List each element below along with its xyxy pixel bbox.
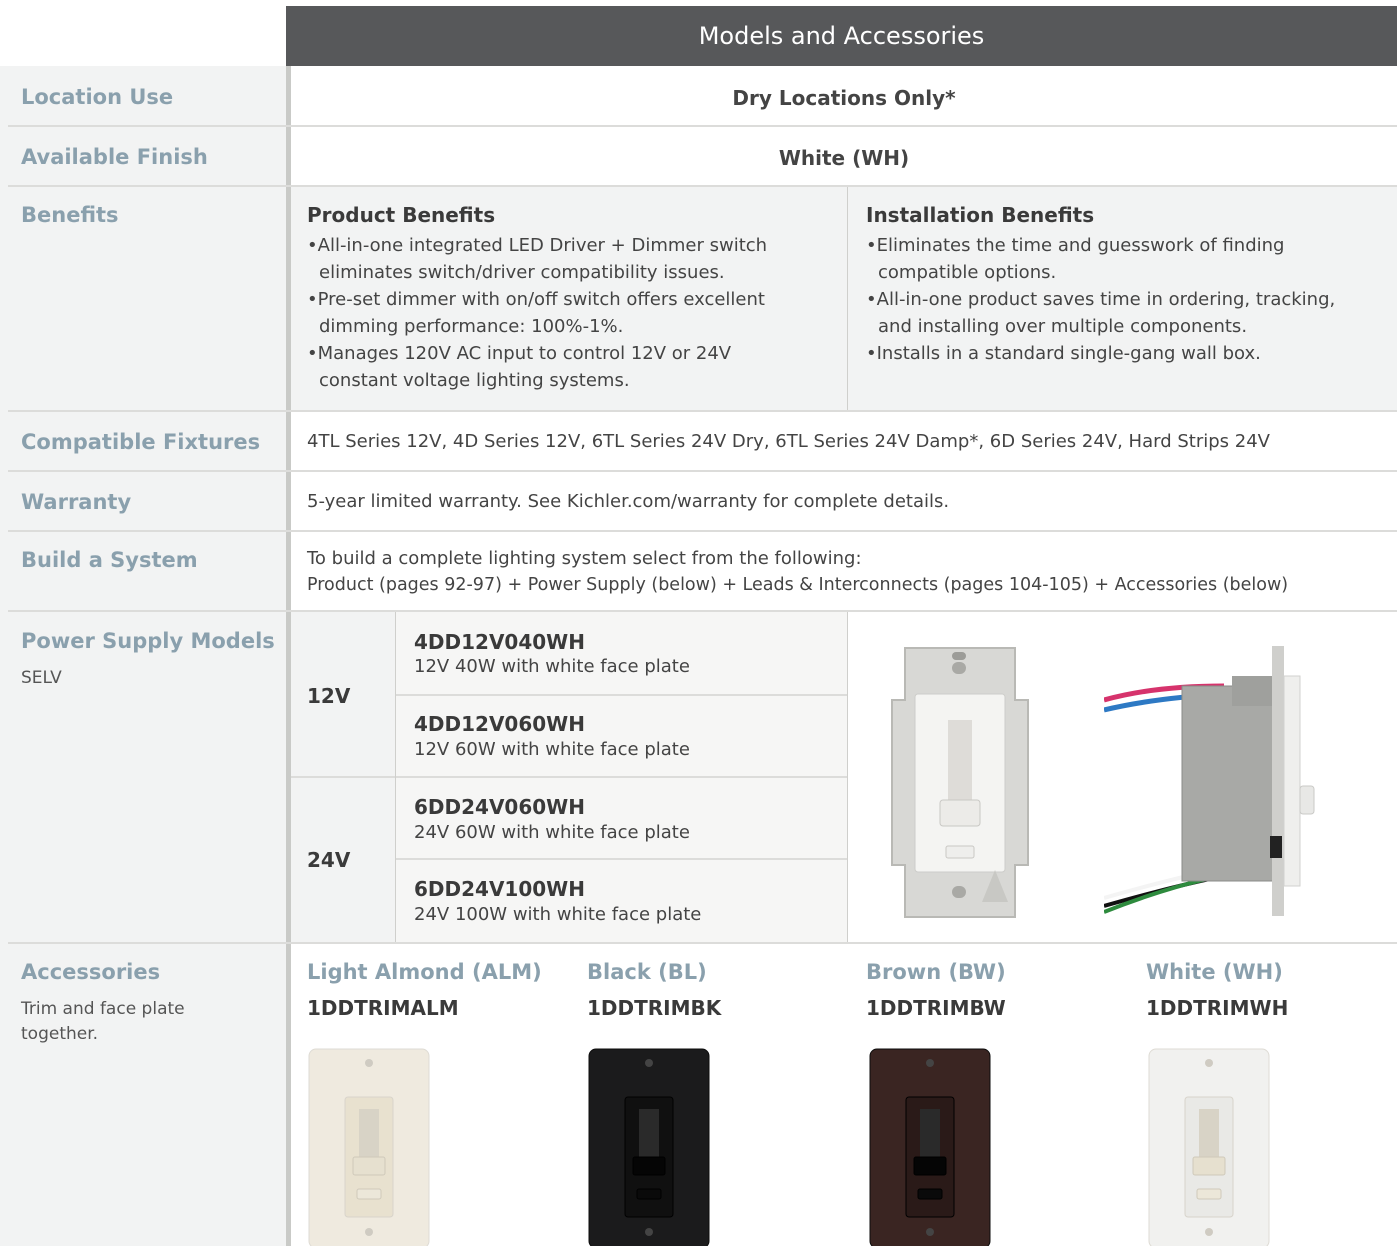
accessory-code: 1DDTRIMWH bbox=[1146, 996, 1289, 1020]
cell-divider bbox=[291, 776, 847, 778]
row-label-fixtures: Compatible Fixtures bbox=[21, 430, 261, 454]
voltage-12v: 12V bbox=[307, 684, 351, 708]
row-divider bbox=[8, 185, 1397, 187]
finish-value: White (WH) bbox=[778, 146, 910, 170]
row-label-accessories: Accessories bbox=[21, 960, 161, 984]
warranty-value: 5-year limited warranty. See Kichler.com… bbox=[307, 491, 950, 512]
faceplate-image bbox=[869, 1048, 991, 1246]
row-label-finish: Available Finish bbox=[21, 145, 208, 169]
accessory-code: 1DDTRIMBW bbox=[866, 996, 1006, 1020]
accessories-sub-2: together. bbox=[21, 1024, 99, 1044]
model-code: 6DD24V100WH bbox=[414, 877, 585, 901]
row-label-location: Location Use bbox=[21, 85, 174, 109]
row-divider bbox=[8, 942, 1397, 944]
model-code: 4DD12V040WH bbox=[414, 630, 585, 654]
dimmer-front-image bbox=[891, 647, 1029, 918]
faceplate-image bbox=[1148, 1048, 1270, 1246]
row-divider bbox=[8, 410, 1397, 412]
model-desc: 24V 60W with white face plate bbox=[414, 822, 690, 843]
power-sub: SELV bbox=[21, 668, 62, 688]
row-divider bbox=[8, 470, 1397, 472]
installation-benefit-list: •Eliminates the time and guesswork of fi… bbox=[866, 235, 1336, 364]
cell-divider bbox=[395, 612, 396, 942]
installation-benefits-title: Installation Benefits bbox=[866, 203, 1095, 227]
accessory-color: Light Almond (ALM) bbox=[307, 960, 542, 984]
voltage-24v: 24V bbox=[307, 848, 351, 872]
build-line-2: Product (pages 92-97) + Power Supply (be… bbox=[307, 575, 1289, 595]
accessory-color: Black (BL) bbox=[587, 960, 707, 984]
cell-divider bbox=[395, 858, 847, 860]
row-label-power: Power Supply Models bbox=[21, 629, 275, 653]
faceplate-image bbox=[588, 1048, 710, 1246]
accessories-sub-1: Trim and face plate bbox=[21, 999, 185, 1019]
accessory-color: White (WH) bbox=[1146, 960, 1283, 984]
model-desc: 12V 60W with white face plate bbox=[414, 739, 690, 760]
cell-divider bbox=[395, 694, 847, 696]
model-code: 6DD24V060WH bbox=[414, 795, 585, 819]
model-desc: 24V 100W with white face plate bbox=[414, 904, 702, 925]
row-label-warranty: Warranty bbox=[21, 490, 132, 514]
accessory-color: Brown (BW) bbox=[866, 960, 1006, 984]
page-title: Models and Accessories bbox=[698, 22, 985, 50]
model-code: 4DD12V060WH bbox=[414, 712, 585, 736]
build-line-1: To build a complete lighting system sele… bbox=[307, 548, 862, 569]
faceplate-image bbox=[308, 1048, 430, 1246]
row-divider bbox=[8, 610, 1397, 612]
cell-divider bbox=[847, 612, 848, 942]
label-column bbox=[0, 66, 286, 1246]
dimmer-side-image bbox=[1104, 646, 1315, 916]
product-benefits-title: Product Benefits bbox=[307, 203, 496, 227]
row-label-build: Build a System bbox=[21, 548, 198, 572]
accessory-code: 1DDTRIMALM bbox=[307, 996, 459, 1020]
row-label-benefits: Benefits bbox=[21, 203, 119, 227]
row-divider bbox=[8, 125, 1397, 127]
accessory-code: 1DDTRIMBK bbox=[587, 996, 722, 1020]
product-benefit-1: •All-in-one integrated LED Driver + Dimm… bbox=[307, 235, 768, 391]
location-value: Dry Locations Only* bbox=[732, 86, 956, 110]
row-divider bbox=[8, 530, 1397, 532]
model-desc: 12V 40W with white face plate bbox=[414, 656, 690, 677]
fixtures-value: 4TL Series 12V, 4D Series 12V, 6TL Serie… bbox=[307, 431, 1270, 452]
cell-divider bbox=[847, 187, 848, 410]
